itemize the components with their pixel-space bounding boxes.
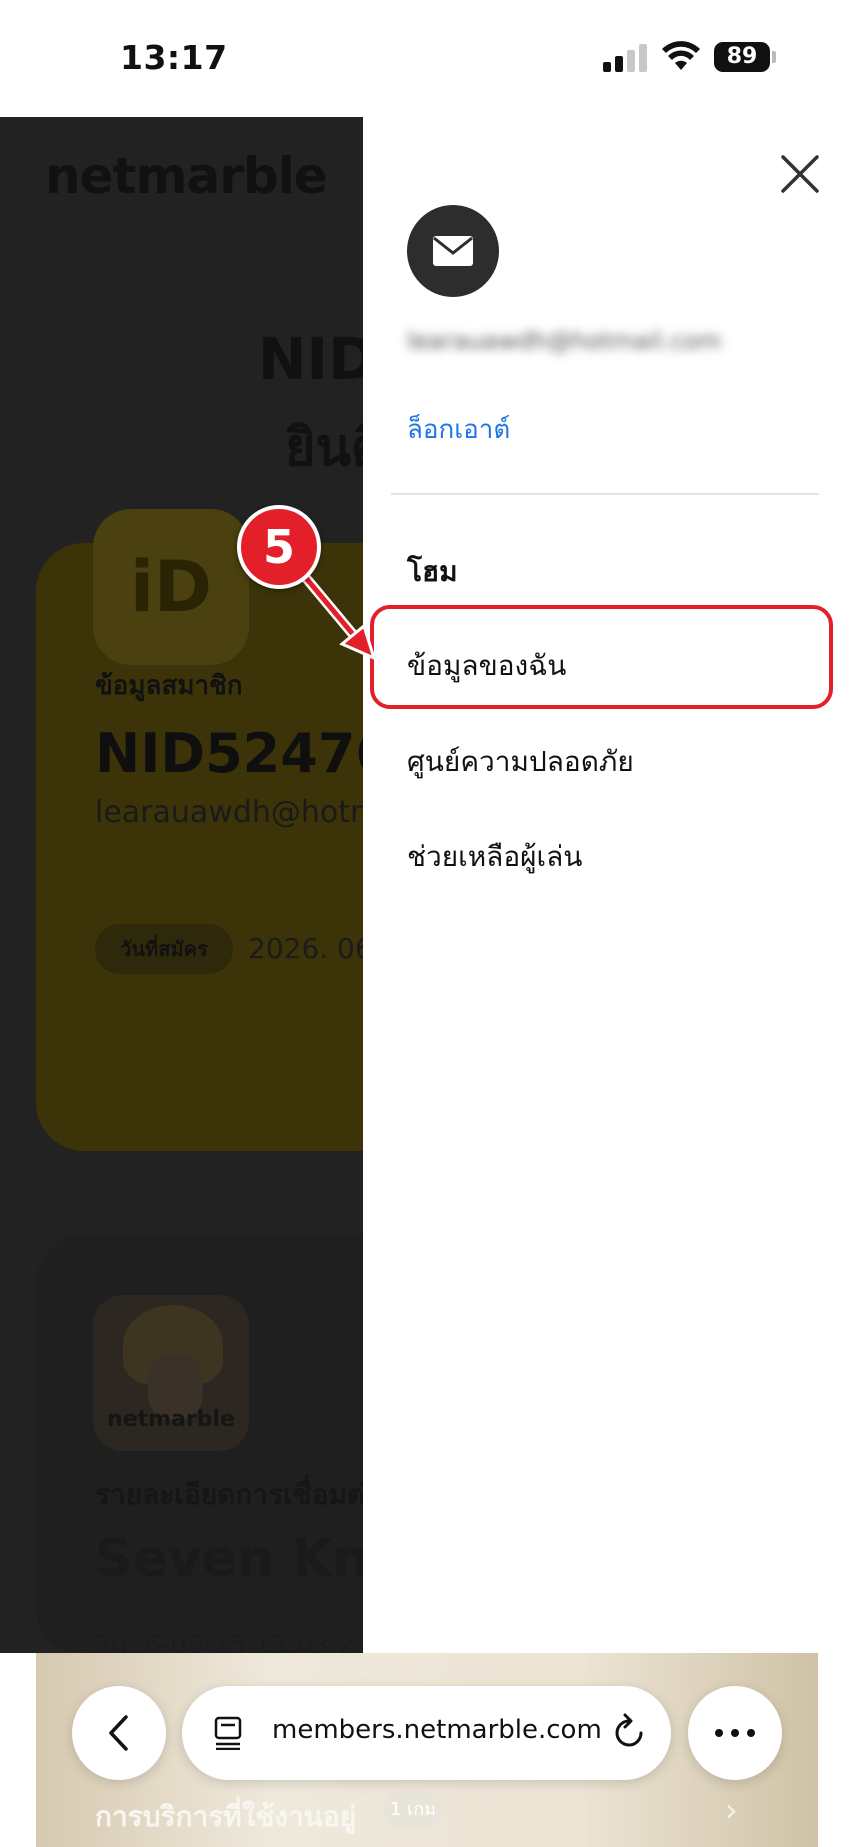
menu-item-home[interactable]: โฮม (407, 550, 458, 594)
id-icon: iD (93, 509, 249, 665)
game-title: Seven Knights (95, 1529, 363, 1589)
member-info-label: ข้อมูลสมาชิก (95, 671, 243, 701)
mail-icon (433, 236, 473, 266)
register-date-badge: วันที่สมัคร (95, 924, 233, 974)
register-date: 2026. 06. (248, 932, 363, 965)
services-label: การบริการที่ใช้งานอยู่ (95, 1800, 357, 1833)
background-page-content: iD ข้อมูลสมาชิก NID524764 learauawdh@hot… (0, 117, 363, 1653)
member-nid: NID524764 (95, 722, 363, 785)
step-number-badge: 5 (237, 505, 321, 589)
menu-item-player-support[interactable]: ช่วยเหลือผู้เล่น (407, 835, 582, 879)
game-brand-label: netmarble (107, 1407, 235, 1432)
more-dot (747, 1729, 755, 1737)
chevron-left-icon (109, 1715, 128, 1751)
more-dot (715, 1729, 723, 1737)
more-dot (731, 1729, 739, 1737)
account-email: learauawdh@hotmail.com (407, 327, 722, 355)
highlight-box (370, 605, 833, 709)
status-time: 13:17 (120, 38, 228, 77)
connection-details-label: รายละเอียดการเชื่อมต่อ (95, 1478, 363, 1511)
address-bar[interactable]: members.netmarble.com (182, 1686, 671, 1780)
wifi-icon (662, 41, 700, 70)
cellular-signal-icon (603, 44, 647, 72)
battery-indicator: 89 (714, 42, 770, 72)
back-button[interactable] (72, 1686, 166, 1780)
logout-link[interactable]: ล็อกเอาต์ (407, 409, 510, 450)
page-icon (214, 1716, 242, 1750)
menu-item-security-center[interactable]: ศูนย์ความปลอดภัย (407, 740, 634, 784)
divider (391, 493, 819, 495)
chevron-right-icon: › (725, 1791, 738, 1829)
close-icon[interactable] (775, 149, 825, 199)
more-options-button[interactable] (688, 1686, 782, 1780)
connection-timestamp: 2026-09-15 13:03:23 (95, 1631, 363, 1653)
avatar (407, 205, 499, 297)
reload-icon[interactable] (611, 1713, 647, 1751)
battery-tip (772, 51, 776, 63)
services-count-badge: 1 เกม (384, 1791, 442, 1829)
url-text: members.netmarble.com (272, 1715, 602, 1745)
member-email: learauawdh@hotmail.com (95, 795, 363, 830)
side-menu-drawer: learauawdh@hotmail.com ล็อกเอาต์ โฮม ข้อ… (363, 117, 851, 1653)
status-bar: 13:17 89 (0, 0, 851, 117)
